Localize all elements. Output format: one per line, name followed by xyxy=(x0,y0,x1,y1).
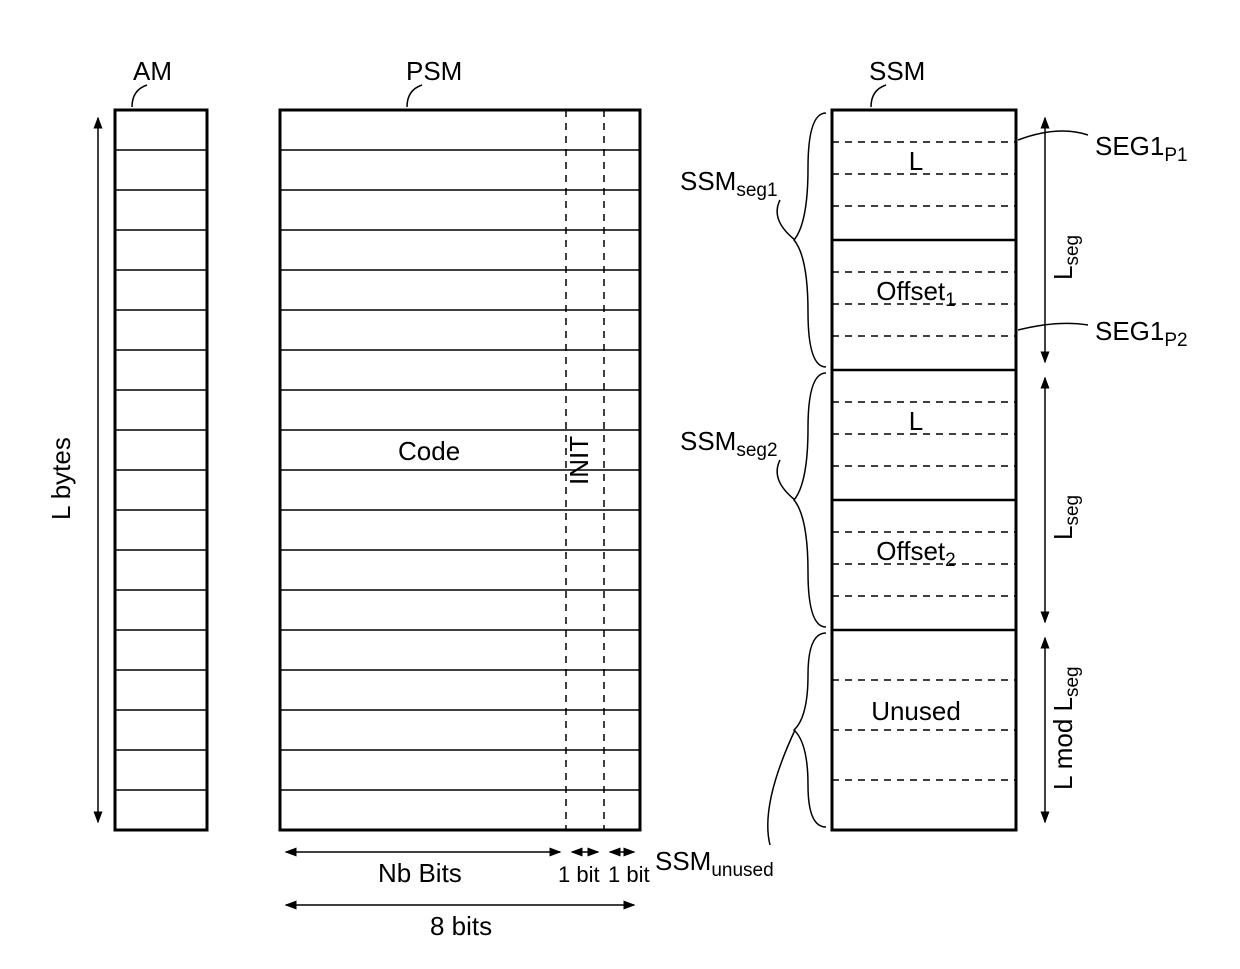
psm-init-label: INIT xyxy=(564,436,594,485)
psm-1bit-label-a: 1 bit xyxy=(558,862,600,887)
ssm-unused-label: SSMunused xyxy=(655,846,774,881)
ssm-offset1: Offset1 xyxy=(876,276,955,311)
brace-unused xyxy=(794,633,826,827)
ssm-leader xyxy=(871,85,886,107)
seg1p2-leader xyxy=(1018,323,1088,330)
ssm-title: SSM xyxy=(869,56,925,86)
am-rows xyxy=(115,150,207,790)
ssm-seg1-leader xyxy=(777,200,795,240)
psm-nbbits-label: Nb Bits xyxy=(378,858,462,888)
ssm-offset2: Offset2 xyxy=(876,536,955,571)
ssm-unused-content: Unused xyxy=(871,696,961,726)
ssm-L2: L xyxy=(909,406,923,436)
am-title: AM xyxy=(133,56,172,86)
ssm-unused-leader xyxy=(768,730,795,845)
ssm-seg2-label: SSMseg2 xyxy=(680,426,778,461)
seg1p1-label: SEG1P1 xyxy=(1095,131,1188,166)
am-height-label: L bytes xyxy=(46,437,76,520)
psm-block: PSM Code INIT Nb Bits 1 bit 1 bit 8 bits xyxy=(280,56,650,941)
ssm-dashed xyxy=(832,142,1016,780)
lmod-label: L mod Lseg xyxy=(1048,666,1083,790)
psm-code-label: Code xyxy=(398,436,460,466)
seg1p1-leader xyxy=(1018,131,1088,140)
ssm-seg1-label: SSMseg1 xyxy=(680,166,778,201)
ssm-block: SSM L Offset1 L Offset2 Unused SSMseg1 S… xyxy=(655,56,1188,881)
psm-title: PSM xyxy=(406,56,462,86)
brace-seg1 xyxy=(794,113,826,367)
ssm-seg2-leader xyxy=(777,460,795,500)
seg1p2-label: SEG1P2 xyxy=(1095,316,1188,351)
am-block: AM L bytes xyxy=(46,56,207,830)
psm-leader xyxy=(407,85,422,107)
psm-8bits-label: 8 bits xyxy=(430,911,492,941)
psm-1bit-label-b: 1 bit xyxy=(608,862,650,887)
brace-seg2 xyxy=(794,373,826,627)
ssm-L1: L xyxy=(909,146,923,176)
am-leader xyxy=(132,85,147,107)
lseg1-label: Lseg xyxy=(1048,235,1083,280)
lseg2-label: Lseg xyxy=(1048,495,1083,540)
